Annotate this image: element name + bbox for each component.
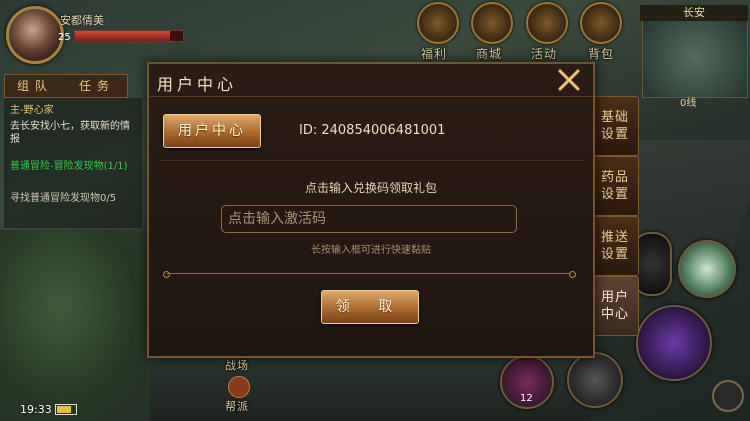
redeem-section: 点击输入兑换码领取礼包 长按输入框可进行快速黏贴 领 取 bbox=[159, 160, 583, 351]
dialog-header-divider bbox=[149, 96, 593, 97]
map-line-label: 0线 bbox=[680, 98, 697, 109]
quest-tabs: 组队 任务 bbox=[4, 74, 128, 98]
hp-fill bbox=[75, 31, 171, 41]
shop-icon[interactable] bbox=[471, 2, 513, 44]
map-area-name: 长安 bbox=[640, 5, 748, 21]
chat-icon[interactable] bbox=[712, 380, 744, 412]
guild-label[interactable]: 帮派 bbox=[225, 398, 249, 414]
scenery-foliage bbox=[0, 230, 150, 421]
attack-button[interactable] bbox=[636, 305, 712, 381]
claim-button[interactable]: 领 取 bbox=[321, 290, 419, 324]
battlefield-label[interactable]: 战场 bbox=[225, 357, 249, 373]
player-avatar[interactable] bbox=[6, 6, 64, 64]
tab-team[interactable]: 组队 bbox=[5, 75, 65, 97]
battery-fill bbox=[57, 406, 71, 413]
tab-basic-settings[interactable]: 基础 设置 bbox=[591, 96, 639, 156]
hp-bar bbox=[74, 30, 184, 42]
skill-icon-3[interactable] bbox=[678, 240, 736, 298]
divider-dot-right bbox=[569, 271, 576, 278]
quest-adventure[interactable]: 普通冒险-冒险发现物(1/1) bbox=[10, 160, 138, 173]
dialog-title: 用户中心 bbox=[157, 75, 238, 94]
skill-count: 12 bbox=[520, 393, 533, 404]
minimap[interactable] bbox=[642, 16, 748, 98]
redeem-prompt: 点击输入兑换码领取礼包 bbox=[304, 181, 437, 195]
quest-find[interactable]: 寻找普通冒险发现物0/5 bbox=[10, 192, 138, 205]
skill-icon-2[interactable] bbox=[567, 352, 623, 408]
player-level: 25 bbox=[58, 32, 71, 43]
activation-code-input[interactable] bbox=[221, 205, 517, 233]
tab-user-center[interactable]: 用户 中心 bbox=[591, 276, 639, 336]
event-icon[interactable] bbox=[526, 2, 568, 44]
tab-medicine-settings[interactable]: 药品 设置 bbox=[591, 156, 639, 216]
top-menu-label-event[interactable]: 活动 bbox=[531, 45, 557, 62]
close-icon[interactable] bbox=[555, 66, 583, 94]
top-menu-label-shop[interactable]: 商城 bbox=[476, 45, 502, 62]
battery-icon bbox=[55, 404, 77, 415]
user-center-dialog: 用户中心 用户中心 ID: 240854006481001 点击输入兑换码领取礼… bbox=[147, 62, 595, 358]
section-divider bbox=[167, 273, 571, 274]
top-menu-label-welfare[interactable]: 福利 bbox=[421, 45, 447, 62]
user-center-tab-button[interactable]: 用户中心 bbox=[163, 114, 261, 148]
quest-desc[interactable]: 去长安找小七，获取新的情报 bbox=[10, 120, 138, 146]
bag-icon[interactable] bbox=[580, 2, 622, 44]
quest-title[interactable]: 主-野心家 bbox=[10, 104, 138, 117]
tab-push-settings[interactable]: 推送 设置 bbox=[591, 216, 639, 276]
gift-icon[interactable] bbox=[417, 2, 459, 44]
tab-quest[interactable]: 任务 bbox=[67, 75, 127, 97]
paste-hint: 长按输入框可进行快速黏贴 bbox=[311, 245, 431, 256]
top-menu-label-bag[interactable]: 背包 bbox=[588, 45, 614, 62]
clock: 19:33 bbox=[20, 403, 52, 416]
user-id: ID: 240854006481001 bbox=[299, 123, 446, 138]
guild-icon[interactable] bbox=[228, 376, 250, 398]
quest-panel[interactable]: 主-野心家 去长安找小七，获取新的情报 普通冒险-冒险发现物(1/1) 寻找普通… bbox=[4, 98, 142, 228]
player-name: 安都倩美 bbox=[60, 14, 104, 27]
